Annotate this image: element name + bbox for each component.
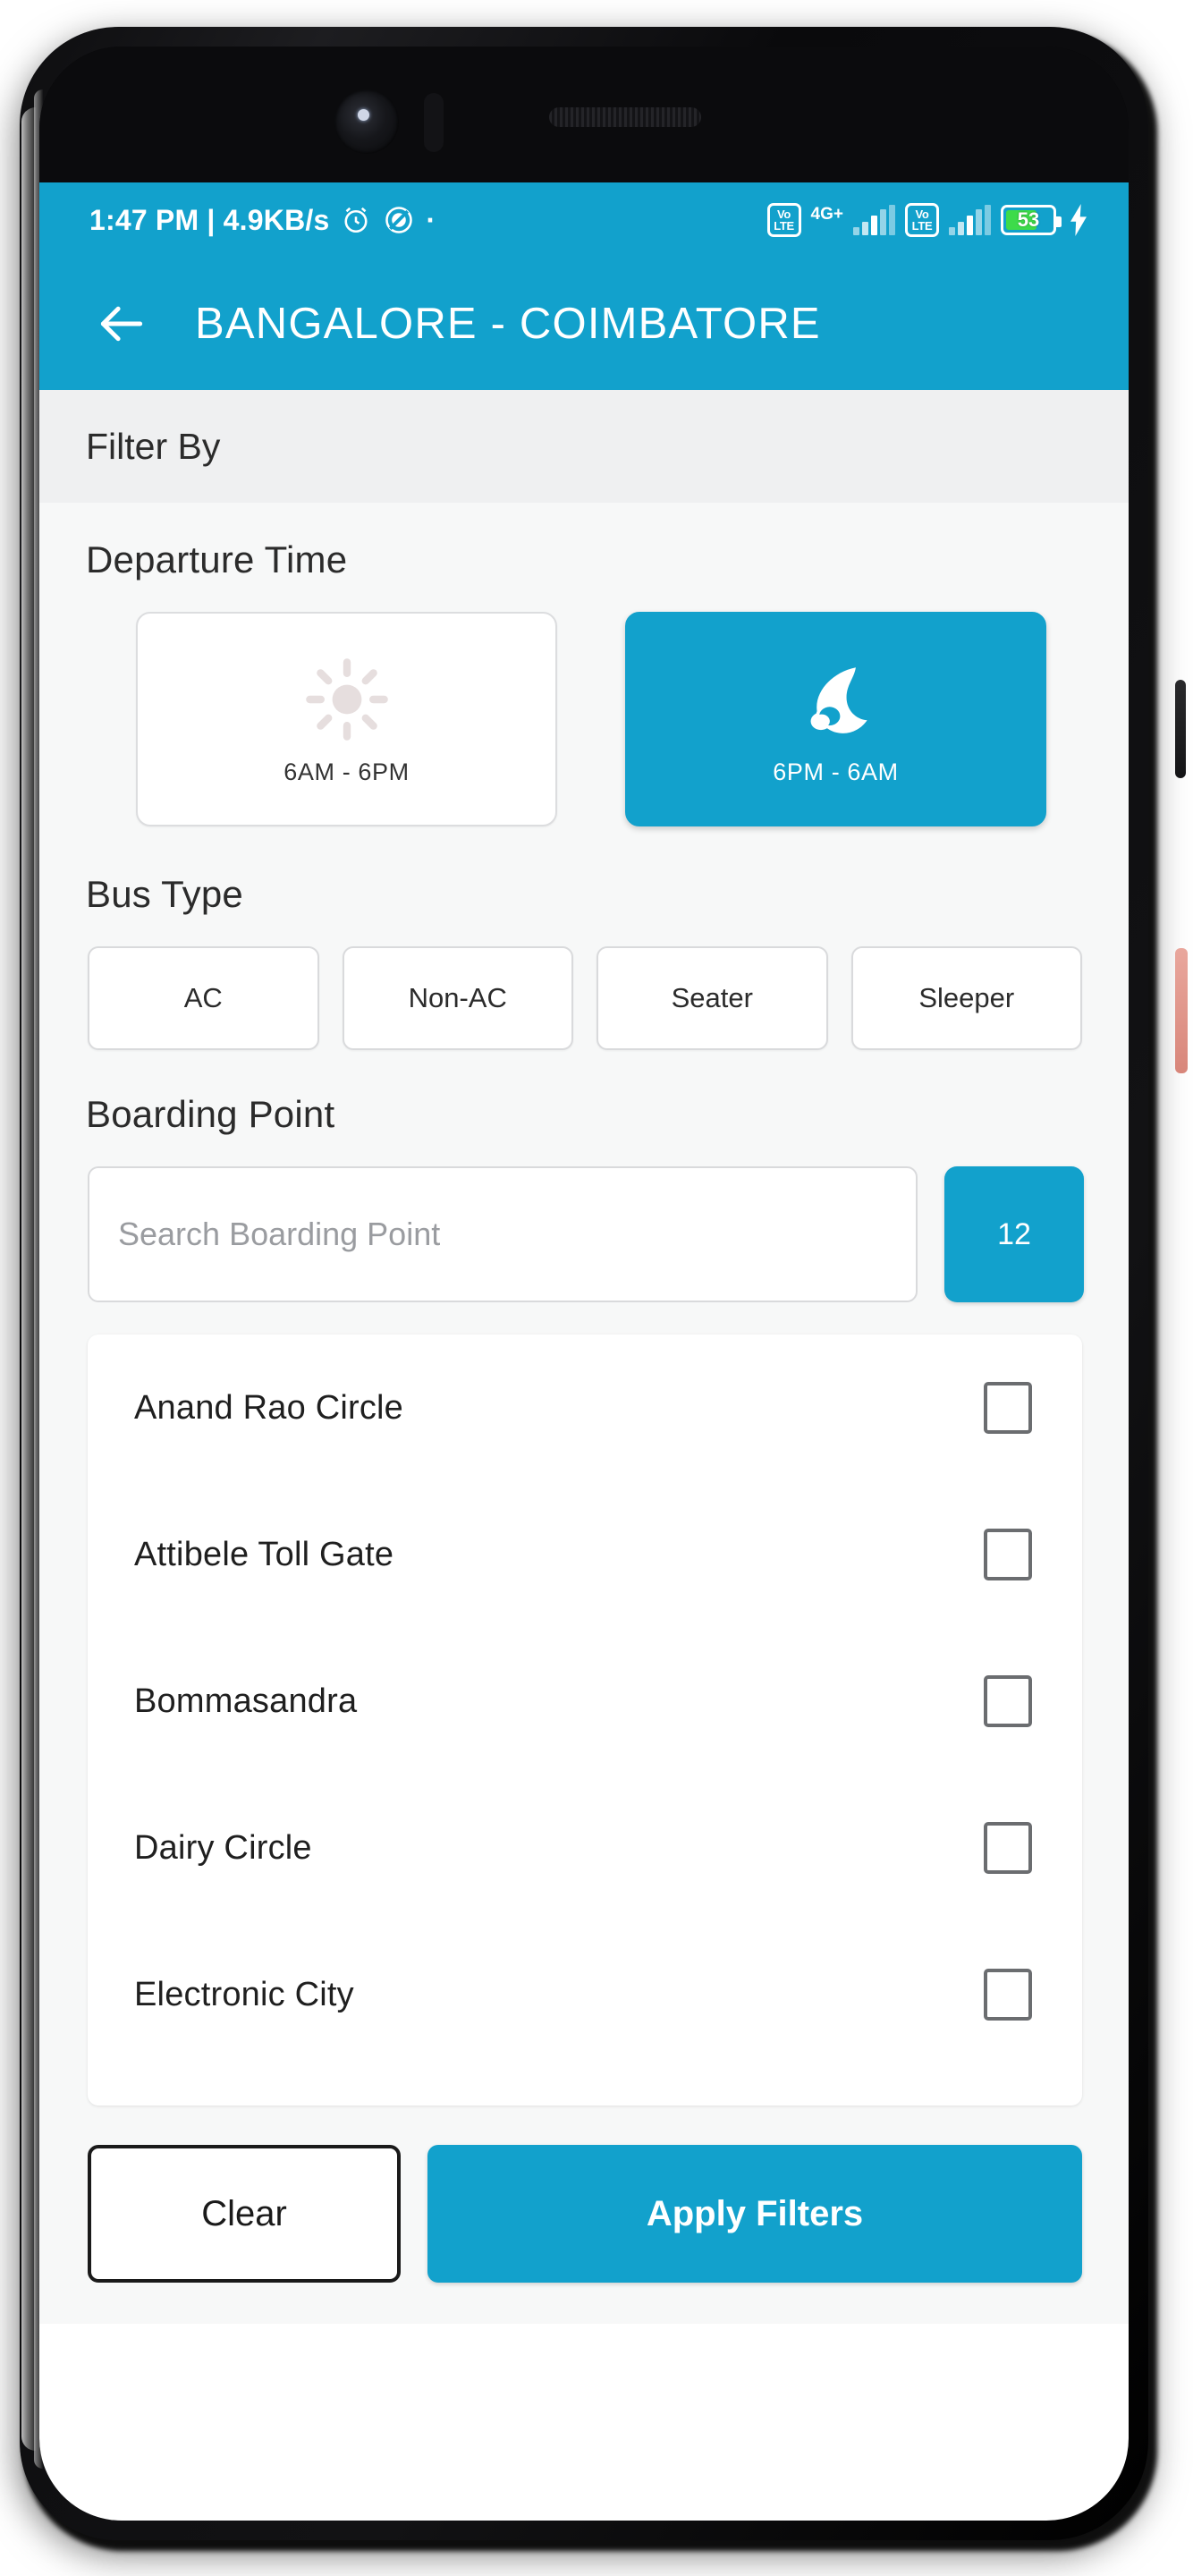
sun-icon	[304, 653, 390, 746]
bus-type-chip-sleeper[interactable]: Sleeper	[850, 946, 1082, 1050]
proximity-sensor-icon	[424, 93, 444, 152]
boarding-point-name: Dairy Circle	[134, 1828, 312, 1867]
bus-type-title: Bus Type	[86, 873, 243, 915]
phone-notch-area	[39, 47, 1129, 194]
sim2-signal-bars-icon	[949, 205, 991, 235]
boarding-point-count-label: 12	[997, 1216, 1031, 1251]
earpiece-speaker-icon	[549, 107, 701, 127]
sim2-volte-icon: Vo LTE	[905, 203, 939, 237]
charging-bolt-icon	[1066, 204, 1091, 236]
search-boarding-point-input[interactable]	[88, 1166, 918, 1302]
list-item[interactable]: Anand Rao Circle	[134, 1335, 1032, 1481]
boarding-point-checkbox[interactable]	[984, 1822, 1032, 1874]
list-item[interactable]: Dairy Circle	[134, 1775, 1032, 1921]
battery-percent-label: 53	[1017, 208, 1040, 231]
status-time-and-speed: 1:47 PM | 4.9KB/s	[89, 203, 330, 236]
status-bar: 1:47 PM | 4.9KB/s · Vo LTE 4G+ Vo LTE 53	[39, 182, 1129, 258]
departure-option-day[interactable]: 6AM - 6PM	[136, 612, 557, 826]
clear-button[interactable]: Clear	[88, 2145, 401, 2283]
boarding-point-checkbox[interactable]	[984, 1969, 1032, 2021]
boarding-point-list[interactable]: Anand Rao Circle Attibele Toll Gate Bomm…	[88, 1335, 1082, 2106]
battery-icon: 53	[1001, 205, 1062, 235]
page-title: BANGALORE - COIMBATORE	[195, 300, 821, 348]
volume-button[interactable]	[1175, 680, 1186, 778]
boarding-point-title: Boarding Point	[86, 1093, 335, 1135]
back-arrow-icon[interactable]	[84, 286, 159, 361]
bus-type-chip-non-ac[interactable]: Non-AC	[342, 946, 573, 1050]
filter-by-bar: Filter By	[39, 390, 1129, 503]
front-camera-icon	[334, 89, 399, 154]
bus-type-chip-ac-label: AC	[183, 982, 223, 1013]
phone-screen-bezel: 1:47 PM | 4.9KB/s · Vo LTE 4G+ Vo LTE 53…	[39, 47, 1129, 2521]
status-dot: ·	[426, 203, 436, 236]
bus-type-chip-non-ac-label: Non-AC	[408, 982, 507, 1013]
bus-type-chip-sleeper-label: Sleeper	[918, 982, 1015, 1013]
sim1-volte-bottom: LTE	[774, 219, 794, 233]
status-bar-left: 1:47 PM | 4.9KB/s ·	[89, 204, 436, 237]
sim2-volte-bottom: LTE	[911, 219, 933, 233]
status-bar-right: Vo LTE 4G+ Vo LTE 53	[766, 203, 1091, 237]
filter-footer: Clear Apply Filters	[86, 2145, 1084, 2324]
alarm-clock-icon	[340, 204, 372, 236]
sim1-volte-icon: Vo LTE	[766, 203, 801, 237]
filter-by-label: Filter By	[86, 425, 221, 467]
departure-time-title: Departure Time	[86, 538, 348, 580]
moon-cloud-icon	[790, 653, 883, 746]
app-bar: BANGALORE - COIMBATORE	[39, 258, 1129, 390]
apply-filters-button[interactable]: Apply Filters	[427, 2145, 1082, 2283]
clear-button-label: Clear	[201, 2193, 287, 2233]
boarding-point-search-row: 12	[86, 1166, 1084, 1302]
list-item[interactable]: Bommasandra	[134, 1628, 1032, 1775]
bus-type-chip-ac[interactable]: AC	[88, 946, 319, 1050]
boarding-point-name: Bommasandra	[134, 1682, 358, 1720]
departure-option-night-label: 6PM - 6AM	[773, 758, 899, 785]
bus-type-chip-seater[interactable]: Seater	[596, 946, 828, 1050]
list-item[interactable]: Electronic City	[134, 1921, 1032, 2068]
apply-filters-button-label: Apply Filters	[646, 2193, 864, 2233]
do-not-disturb-icon	[383, 204, 415, 236]
boarding-point-checkbox[interactable]	[984, 1529, 1032, 1580]
boarding-point-name: Anand Rao Circle	[134, 1388, 404, 1427]
bus-type-chip-seater-label: Seater	[671, 982, 753, 1013]
boarding-point-checkbox[interactable]	[984, 1382, 1032, 1434]
boarding-point-checkbox[interactable]	[984, 1675, 1032, 1727]
departure-option-day-label: 6AM - 6PM	[283, 758, 410, 785]
network-type-label: 4G+	[810, 205, 843, 224]
app-screen: 1:47 PM | 4.9KB/s · Vo LTE 4G+ Vo LTE 53…	[39, 182, 1129, 2521]
screenshot-scene: 1:47 PM | 4.9KB/s · Vo LTE 4G+ Vo LTE 53…	[0, 0, 1193, 2576]
boarding-point-name: Attibele Toll Gate	[134, 1535, 394, 1573]
sim1-signal-bars-icon	[853, 205, 895, 235]
boarding-point-count-badge[interactable]: 12	[944, 1166, 1084, 1302]
list-item[interactable]: Attibele Toll Gate	[134, 1481, 1032, 1628]
power-button[interactable]	[1175, 948, 1188, 1073]
filters-content: Departure Time 6AM - 6PM 6PM - 6AM Bus T…	[39, 503, 1129, 2324]
departure-time-options: 6AM - 6PM 6PM - 6AM	[86, 612, 1084, 826]
bus-type-options: AC Non-AC Seater Sleeper	[86, 946, 1084, 1050]
departure-option-night[interactable]: 6PM - 6AM	[625, 612, 1046, 826]
boarding-point-name: Electronic City	[134, 1975, 354, 2013]
